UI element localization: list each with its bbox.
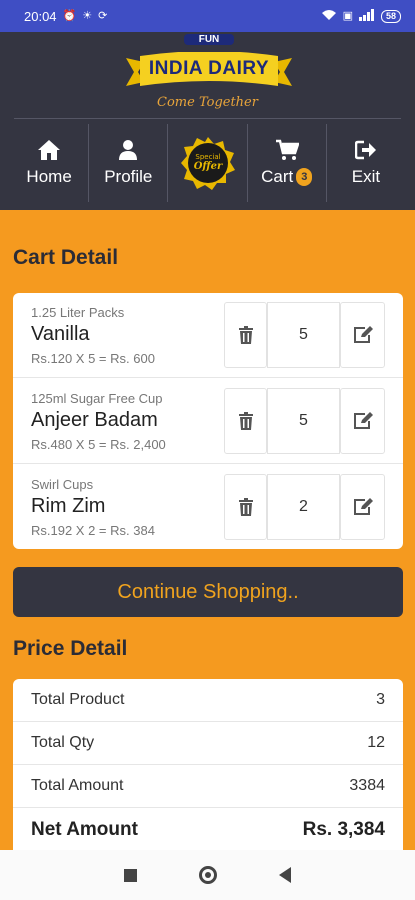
cart-items-card: 1.25 Liter Packs Vanilla Rs.120 X 5 = Rs… xyxy=(13,293,403,549)
brand-tagline: Come Together xyxy=(157,95,258,110)
cart-item-category: 125ml Sugar Free Cup xyxy=(31,391,163,406)
edit-button[interactable] xyxy=(340,388,385,454)
edit-icon xyxy=(353,498,373,515)
app-header: FUN INDIA DAIRY Come Together Home Profi… xyxy=(0,32,415,210)
cart-item-name: Vanilla xyxy=(31,323,90,345)
nav-profile-label: Profile xyxy=(104,167,153,186)
header-divider xyxy=(14,118,401,119)
edit-button[interactable] xyxy=(340,474,385,540)
recents-button[interactable] xyxy=(124,868,137,882)
user-icon xyxy=(115,139,141,161)
cart-item: Swirl Cups Rim Zim Rs.192 X 2 = Rs. 384 … xyxy=(13,465,403,549)
price-row-label: Total Product xyxy=(31,691,125,708)
nav-cart[interactable]: Cart 3 xyxy=(248,124,327,202)
sim-icon: ▣ xyxy=(342,9,353,22)
system-nav-bar xyxy=(0,850,415,900)
cart-item-price: Rs.120 X 5 = Rs. 600 xyxy=(31,351,155,366)
cart-detail-title: Cart Detail xyxy=(13,246,119,269)
delete-button[interactable] xyxy=(224,302,267,368)
trash-icon xyxy=(238,498,253,516)
trash-icon xyxy=(238,326,253,344)
delete-button[interactable] xyxy=(224,388,267,454)
special-offer-badge-icon: Special Offer xyxy=(180,137,235,190)
quantity-field[interactable]: 5 xyxy=(267,302,340,368)
cart-item-category: 1.25 Liter Packs xyxy=(31,305,125,320)
brightness-icon: ☀ xyxy=(82,9,93,22)
nav-cart-label: Cart 3 xyxy=(261,167,313,187)
back-button[interactable] xyxy=(279,867,291,883)
main-nav: Home Profile Special Offer Cart 3 Exit xyxy=(10,124,405,202)
price-detail-title: Price Detail xyxy=(13,637,128,660)
main-content: Cart Detail 1.25 Liter Packs Vanilla Rs.… xyxy=(0,210,415,850)
status-right: ▣ 58 xyxy=(321,8,401,24)
price-row-value: 3384 xyxy=(349,777,385,794)
price-row-label: Total Amount xyxy=(31,777,124,794)
nav-special-offer[interactable]: Special Offer xyxy=(168,124,248,202)
price-row-value: 12 xyxy=(367,734,385,751)
cart-label-text: Cart xyxy=(261,167,294,186)
delete-button[interactable] xyxy=(224,474,267,540)
cart-item-name: Anjeer Badam xyxy=(31,409,158,431)
cart-item-price: Rs.192 X 2 = Rs. 384 xyxy=(31,523,155,538)
cart-item-name: Rim Zim xyxy=(31,495,106,517)
nav-exit-label: Exit xyxy=(351,167,381,186)
price-row-value: Rs. 3,384 xyxy=(302,818,385,840)
quantity-field[interactable]: 5 xyxy=(267,388,340,454)
nav-home-label: Home xyxy=(26,167,72,186)
nav-profile[interactable]: Profile xyxy=(89,124,169,202)
offer-line1: Special xyxy=(195,153,220,161)
clock: 20:04 xyxy=(24,8,57,24)
edit-button[interactable] xyxy=(340,302,385,368)
nav-exit[interactable]: Exit xyxy=(327,124,405,202)
home-button[interactable] xyxy=(199,866,217,884)
cart-item: 125ml Sugar Free Cup Anjeer Badam Rs.480… xyxy=(13,379,403,464)
continue-shopping-button[interactable]: Continue Shopping.. xyxy=(13,567,403,617)
price-row-net-amount: Net Amount Rs. 3,384 xyxy=(13,808,403,850)
cart-icon xyxy=(274,139,300,161)
price-row-total-amount: Total Amount 3384 xyxy=(13,765,403,808)
cart-count-badge: 3 xyxy=(296,168,313,186)
logo-name-text: INDIA DAIRY xyxy=(148,58,270,79)
offer-line2: Offer xyxy=(193,161,222,172)
price-row-label: Net Amount xyxy=(31,818,138,840)
nav-home[interactable]: Home xyxy=(10,124,90,202)
quantity-field[interactable]: 2 xyxy=(267,474,340,540)
status-left: 20:04 ⏰ ☀ ⟳ xyxy=(24,9,107,24)
status-bar: 20:04 ⏰ ☀ ⟳ ▣ 58 xyxy=(0,0,415,32)
alarm-icon: ⏰ xyxy=(62,9,77,22)
price-row-label: Total Qty xyxy=(31,734,95,751)
sync-icon: ⟳ xyxy=(98,9,108,22)
price-row-total-qty: Total Qty 12 xyxy=(13,722,403,765)
trash-icon xyxy=(238,412,253,430)
price-row-total-product: Total Product 3 xyxy=(13,679,403,722)
exit-icon xyxy=(353,139,379,161)
battery-icon: 58 xyxy=(380,9,401,23)
edit-icon xyxy=(353,412,373,429)
cart-item-price: Rs.480 X 5 = Rs. 2,400 xyxy=(31,437,166,452)
price-row-value: 3 xyxy=(376,691,385,708)
wifi-icon xyxy=(321,9,337,24)
price-detail-card: Total Product 3 Total Qty 12 Total Amoun… xyxy=(13,679,403,850)
cart-item: 1.25 Liter Packs Vanilla Rs.120 X 5 = Rs… xyxy=(13,293,403,378)
edit-icon xyxy=(353,326,373,343)
cart-item-category: Swirl Cups xyxy=(31,477,94,492)
signal-icon xyxy=(358,8,375,24)
home-icon xyxy=(36,139,62,161)
logo-fun-text: FUN xyxy=(184,34,234,45)
